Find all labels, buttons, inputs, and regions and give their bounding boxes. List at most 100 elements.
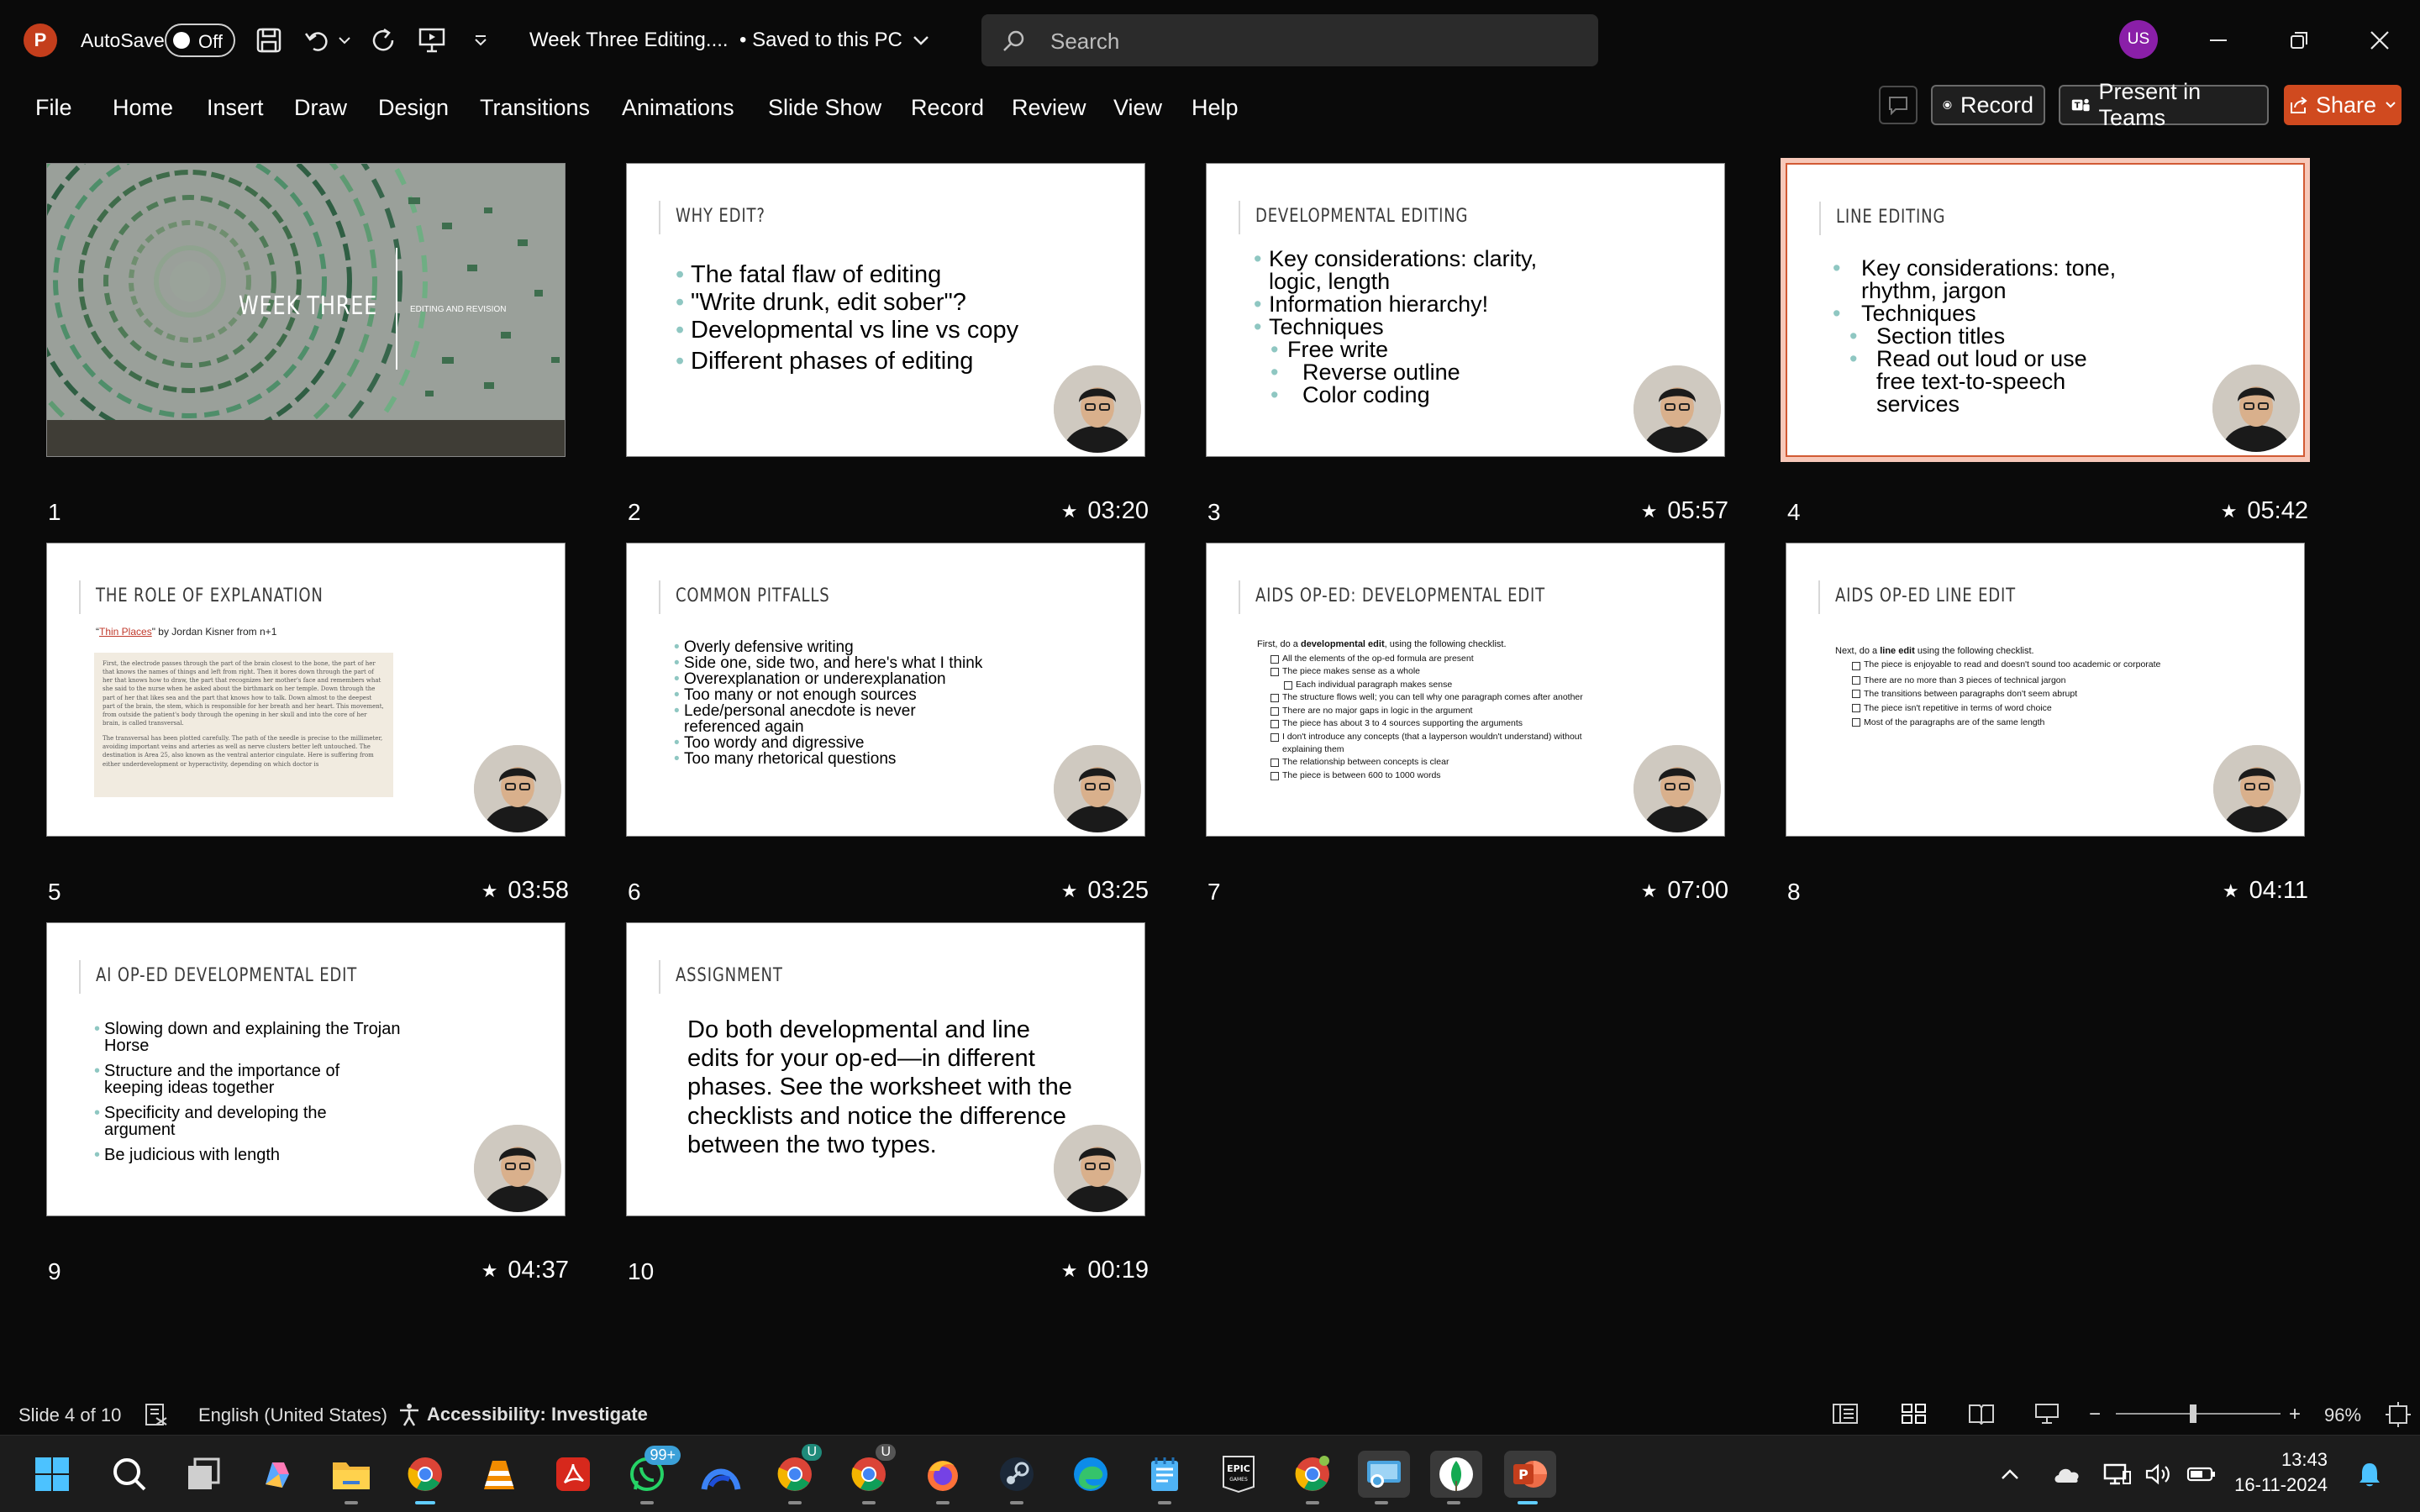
present-in-teams-button[interactable]: T Present in Teams bbox=[2059, 79, 2269, 130]
minimize-icon[interactable] bbox=[2198, 20, 2238, 60]
slide-7[interactable]: AIDS OP-ED: DEVELOPMENTAL EDIT First, do… bbox=[1206, 543, 1725, 837]
record-icon bbox=[1943, 100, 1952, 110]
slide-timing: ★ 07:00 bbox=[1641, 877, 1728, 905]
spell-check-icon[interactable] bbox=[145, 1403, 170, 1426]
undo-dropdown-icon[interactable] bbox=[334, 24, 355, 57]
search-input[interactable]: Search bbox=[981, 14, 1598, 66]
tab-insert[interactable]: Insert bbox=[207, 91, 264, 124]
slide-3[interactable]: DEVELOPMENTAL EDITING Key considerations… bbox=[1206, 163, 1725, 457]
slide-sorter-view-icon[interactable] bbox=[1901, 1403, 1928, 1425]
tab-slide-show[interactable]: Slide Show bbox=[768, 91, 881, 124]
user-avatar[interactable]: US bbox=[2119, 20, 2158, 59]
task-view-icon[interactable] bbox=[180, 1451, 227, 1498]
slide-counter[interactable]: Slide 4 of 10 bbox=[18, 1404, 121, 1426]
vlc-icon[interactable] bbox=[476, 1451, 523, 1498]
slide-1[interactable]: WEEK THREE EDITING AND REVISION bbox=[46, 163, 566, 457]
volume-icon[interactable] bbox=[2139, 1451, 2176, 1498]
slide-thumbnail-1[interactable]: WEEK THREE EDITING AND REVISION 1 bbox=[46, 163, 569, 525]
tab-animations[interactable]: Animations bbox=[622, 91, 734, 124]
restore-icon[interactable] bbox=[2279, 20, 2319, 60]
slide-thumbnail-10[interactable]: ASSIGNMENT Do both developmental and lin… bbox=[626, 922, 1149, 1284]
zoom-slider-thumb[interactable] bbox=[2190, 1404, 2196, 1423]
show-hidden-icons-chevron[interactable] bbox=[1991, 1451, 2028, 1498]
presenter-video-avatar bbox=[1054, 745, 1141, 832]
tab-record[interactable]: Record bbox=[911, 91, 984, 124]
network-icon[interactable] bbox=[2099, 1451, 2136, 1498]
zoom-out-button[interactable]: − bbox=[2089, 1403, 2101, 1426]
taskbar-search-icon[interactable] bbox=[106, 1451, 153, 1498]
acrobat-reader-icon[interactable] bbox=[550, 1451, 597, 1498]
checklist-item: The piece makes sense as a whole bbox=[1270, 665, 1607, 678]
tab-home[interactable]: Home bbox=[113, 91, 173, 124]
close-icon[interactable] bbox=[2360, 20, 2400, 60]
slide-10[interactable]: ASSIGNMENT Do both developmental and lin… bbox=[626, 922, 1145, 1216]
slideshow-view-icon[interactable] bbox=[2033, 1403, 2060, 1425]
tab-draw[interactable]: Draw bbox=[294, 91, 347, 124]
zoom-level[interactable]: 96% bbox=[2324, 1404, 2361, 1426]
edge-icon[interactable] bbox=[1067, 1451, 1114, 1498]
system-clock[interactable]: 13:43 16-11-2024 bbox=[2234, 1447, 2328, 1498]
slide-number: 2 bbox=[628, 499, 641, 525]
file-explorer-icon[interactable] bbox=[328, 1451, 375, 1504]
chrome-icon[interactable] bbox=[402, 1451, 449, 1504]
slide-6[interactable]: COMMON PITFALLS Overly defensive writing… bbox=[626, 543, 1145, 837]
slide-thumbnail-7[interactable]: AIDS OP-ED: DEVELOPMENTAL EDIT First, do… bbox=[1206, 543, 1728, 905]
present-from-start-icon[interactable] bbox=[415, 24, 449, 57]
firefox-icon[interactable] bbox=[919, 1451, 966, 1504]
slide-5[interactable]: THE ROLE OF EXPLANATION “Thin Places" by… bbox=[46, 543, 566, 837]
slide-thumbnail-5[interactable]: THE ROLE OF EXPLANATION “Thin Places" by… bbox=[46, 543, 569, 905]
record-button[interactable]: Record bbox=[1931, 85, 2045, 125]
slide-thumbnail-4[interactable]: LINE EDITING Key considerations: tone, r… bbox=[1781, 158, 2310, 525]
tab-help[interactable]: Help bbox=[1192, 91, 1239, 124]
powerpoint-taskbar-icon[interactable]: P bbox=[1504, 1451, 1556, 1504]
slide-8[interactable]: AIDS OP-ED LINE EDIT Next, do a line edi… bbox=[1786, 543, 2305, 837]
epic-games-icon[interactable]: EPIC GAMES bbox=[1215, 1451, 1262, 1498]
comments-button[interactable] bbox=[1879, 86, 1918, 124]
mongodb-compass-icon[interactable] bbox=[1430, 1451, 1482, 1504]
customize-toolbar-icon[interactable] bbox=[467, 24, 494, 57]
chrome-profile-2-icon[interactable]: U bbox=[845, 1444, 896, 1504]
tab-file[interactable]: File bbox=[35, 91, 72, 124]
slide-2[interactable]: WHY EDIT? The fatal flaw of editing "Wri… bbox=[626, 163, 1145, 457]
fit-to-window-icon[interactable] bbox=[2385, 1401, 2412, 1428]
onedrive-icon[interactable] bbox=[2047, 1451, 2087, 1498]
tab-transitions[interactable]: Transitions bbox=[480, 91, 590, 124]
slide-thumbnail-9[interactable]: AI OP-ED DEVELOPMENTAL EDIT Slowing down… bbox=[46, 922, 569, 1284]
document-title[interactable]: Week Three Editing.... bbox=[529, 25, 729, 55]
copilot-icon[interactable] bbox=[254, 1451, 301, 1498]
save-icon[interactable] bbox=[252, 24, 286, 57]
arc-icon[interactable] bbox=[697, 1451, 744, 1498]
tab-view[interactable]: View bbox=[1113, 91, 1162, 124]
undo-icon[interactable] bbox=[301, 24, 334, 57]
normal-view-icon[interactable] bbox=[1832, 1403, 1859, 1425]
share-button[interactable]: Share bbox=[2284, 85, 2402, 125]
intro-bold: developmental edit bbox=[1300, 639, 1385, 649]
slide-thumbnail-8[interactable]: AIDS OP-ED LINE EDIT Next, do a line edi… bbox=[1786, 543, 2308, 905]
autosave-toggle[interactable]: Off bbox=[165, 24, 235, 57]
slide-thumbnail-6[interactable]: COMMON PITFALLS Overly defensive writing… bbox=[626, 543, 1149, 905]
save-status[interactable]: • Saved to this PC bbox=[739, 25, 929, 55]
whatsapp-icon[interactable]: 99+ bbox=[623, 1446, 681, 1504]
zoom-slider-track[interactable] bbox=[2116, 1413, 2281, 1415]
chrome-profile-1-icon[interactable]: U bbox=[771, 1444, 822, 1504]
chrome-profile-3-icon[interactable] bbox=[1289, 1451, 1336, 1504]
tab-design[interactable]: Design bbox=[378, 91, 449, 124]
remote-desktop-icon[interactable] bbox=[1358, 1451, 1410, 1504]
slide-thumbnail-3[interactable]: DEVELOPMENTAL EDITING Key considerations… bbox=[1206, 163, 1728, 525]
accessibility-checker[interactable]: Accessibility: Investigate bbox=[397, 1402, 648, 1427]
slide-9[interactable]: AI OP-ED DEVELOPMENTAL EDIT Slowing down… bbox=[46, 922, 566, 1216]
zoom-in-button[interactable]: + bbox=[2289, 1403, 2301, 1426]
reading-view-icon[interactable] bbox=[1968, 1403, 1995, 1425]
checklist-item: I don't introduce any concepts (that a l… bbox=[1270, 731, 1607, 757]
steam-icon[interactable] bbox=[993, 1451, 1040, 1504]
timing-value: 00:19 bbox=[1087, 1257, 1149, 1284]
slide-thumbnail-2[interactable]: WHY EDIT? The fatal flaw of editing "Wri… bbox=[626, 163, 1149, 525]
language-indicator[interactable]: English (United States) bbox=[198, 1404, 387, 1426]
tab-review[interactable]: Review bbox=[1012, 91, 1086, 124]
redo-icon[interactable] bbox=[366, 24, 400, 57]
notification-bell-icon[interactable] bbox=[2351, 1451, 2388, 1498]
notepad-icon[interactable] bbox=[1141, 1451, 1188, 1504]
battery-icon[interactable] bbox=[2183, 1451, 2220, 1498]
slide-4[interactable]: LINE EDITING Key considerations: tone, r… bbox=[1781, 158, 2310, 462]
windows-start-icon[interactable] bbox=[29, 1451, 76, 1498]
